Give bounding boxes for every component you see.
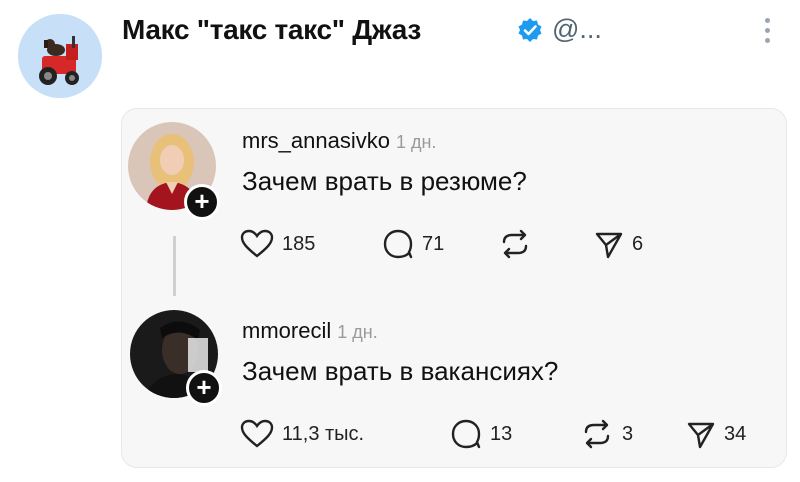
reply-button[interactable]: 13 [450,419,512,449]
repost-button[interactable] [498,229,540,259]
more-vertical-icon[interactable] [764,18,772,46]
verified-badge-icon [516,16,544,44]
dog-on-tractor-avatar-icon [18,14,102,98]
reply-count: 13 [490,422,513,445]
reply-count: 71 [422,232,445,255]
like-count: 11,3 тыс. [282,422,365,445]
heart-icon [240,419,274,448]
send-icon [595,232,623,259]
user-handle[interactable]: @... [552,14,602,45]
repost-icon [584,419,610,449]
like-button[interactable]: 185 [240,229,315,259]
post-username-row: mmorecil 1 дн. [242,318,378,344]
post-username[interactable]: mrs_annasivko [242,128,390,153]
repost-count: 3 [622,422,634,445]
post-username[interactable]: mmorecil [242,318,331,343]
reply-bubble-icon [451,419,481,449]
reply-bubble-icon [383,229,413,259]
post-text: Зачем врать в вакансиях? [242,356,559,386]
follow-plus-button[interactable]: + [186,370,222,406]
like-button[interactable]: 11,3 тыс. [240,419,364,449]
repost-button[interactable]: 3 [580,419,633,449]
repost-icon [502,229,528,259]
like-count: 185 [282,232,316,255]
post-time: 1 дн. [395,132,437,152]
display-name[interactable]: Макс "такс такс" Джаз [122,14,421,46]
reply-button[interactable]: 71 [382,229,444,259]
post-text: Зачем врать в резюме? [242,166,527,196]
post-username-row: mrs_annasivko 1 дн. [242,128,436,154]
post-time: 1 дн. [337,322,378,342]
heart-icon [240,229,274,258]
follow-plus-button[interactable]: + [184,184,220,220]
share-button[interactable]: 6 [594,229,643,259]
avatar[interactable] [18,14,102,98]
send-icon [687,422,715,449]
share-count: 6 [632,232,644,255]
share-count: 34 [724,422,747,445]
embedded-thread-card[interactable] [121,108,787,468]
share-button[interactable]: 34 [686,419,746,449]
thread-connector-line [173,236,176,296]
